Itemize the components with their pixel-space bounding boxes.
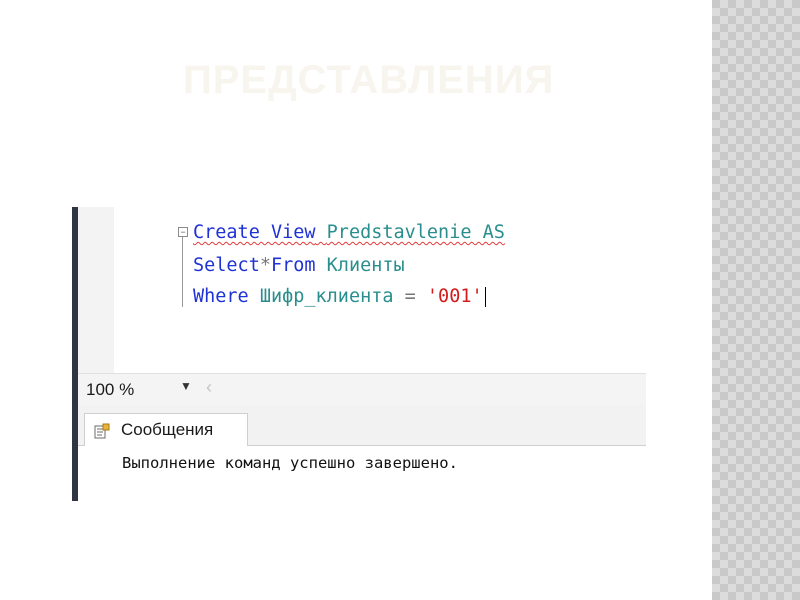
- operator-star: *: [259, 255, 271, 276]
- operator-equals: =: [393, 286, 427, 307]
- messages-icon: [94, 423, 110, 439]
- table-name: Клиенты: [326, 255, 405, 276]
- results-tab-strip: Сообщения: [78, 405, 646, 446]
- tab-messages-label: Сообщения: [121, 420, 214, 439]
- scroll-left-icon[interactable]: ‹: [206, 377, 212, 398]
- editor-zoom-bar: 100 % ▼ ‹: [78, 373, 646, 406]
- result-message: Выполнение команд успешно завершено.: [122, 454, 458, 472]
- ssms-screenshot: − Create View Predstavlenie AS Select*Fr…: [72, 207, 646, 501]
- string-literal: '001': [426, 286, 483, 307]
- editor-gutter: [78, 207, 114, 373]
- results-pane: Сообщения Выполнение команд успешно заве…: [78, 405, 646, 501]
- tab-messages[interactable]: Сообщения: [84, 413, 248, 446]
- keyword-from: From: [270, 255, 316, 276]
- keyword-create-view: Create View: [193, 222, 316, 243]
- outline-guide-line: [182, 234, 183, 307]
- code-line-1: Create View Predstavlenie AS: [193, 222, 505, 244]
- error-squiggle: Create View Predstavlenie AS: [193, 222, 505, 243]
- zoom-dropdown-icon[interactable]: ▼: [180, 379, 192, 393]
- collapse-icon[interactable]: −: [178, 227, 188, 237]
- code-line-3: Where Шифр_клиента = '001': [193, 286, 486, 308]
- keyword-select: Select: [193, 255, 260, 276]
- text-caret: [484, 287, 486, 307]
- zoom-level[interactable]: 100 %: [86, 380, 134, 400]
- decorative-side-strip: [712, 0, 800, 600]
- column-name: Шифр_клиента: [259, 286, 394, 307]
- code-line-2: Select*From Клиенты: [193, 255, 405, 277]
- view-name: Predstavlenie AS: [326, 222, 505, 243]
- slide-title: ПРЕДСТАВЛЕНИЯ: [183, 58, 555, 102]
- query-editor[interactable]: − Create View Predstavlenie AS Select*Fr…: [114, 207, 646, 373]
- keyword-where: Where: [193, 286, 249, 307]
